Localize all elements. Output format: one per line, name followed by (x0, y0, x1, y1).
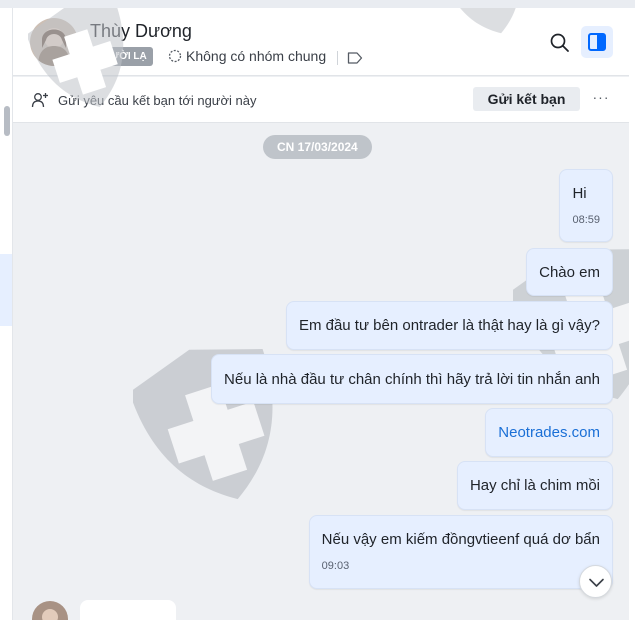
common-group-status[interactable]: Không có nhóm chung (168, 48, 326, 64)
message-time: 09:03 (321, 560, 350, 572)
group-icon (168, 49, 182, 63)
message-text: Hi (572, 185, 587, 202)
friend-request-text: Gửi yêu cầu kết bạn tới người này (58, 93, 257, 108)
more-options-button[interactable]: ··· (591, 87, 611, 111)
common-group-label: Không có nhóm chung (186, 48, 327, 64)
tag-icon[interactable] (347, 51, 363, 65)
chevron-down-icon (589, 578, 604, 587)
toggle-side-panel-button[interactable] (581, 26, 613, 58)
message-link[interactable]: Neotrades.com (498, 424, 600, 441)
side-panel-icon (588, 33, 606, 51)
message-text: Chào em (539, 263, 600, 281)
date-separator: CN 17/03/2024 (263, 135, 372, 159)
send-friend-request-button[interactable]: Gửi kết bạn (473, 87, 580, 111)
top-strip (0, 0, 635, 8)
header-divider (337, 51, 338, 65)
message-bubble[interactable]: Nếu vậy em kiếm đồngvtieenf quá dơ bẩn 0… (308, 515, 613, 589)
message-bubble[interactable]: Hi 08:59 (559, 169, 613, 242)
search-icon[interactable] (546, 29, 574, 57)
message-time: 08:59 (572, 214, 600, 226)
message-text: Nếu là nhà đầu tư chân chính thì hãy trả… (224, 370, 600, 388)
message-text: Em đầu tư bên ontrader là thật hay là gì… (298, 317, 600, 334)
message-bubble[interactable]: Nếu là nhà đầu tư chân chính thì hãy trả… (211, 354, 613, 404)
message-bubble[interactable]: Chào em (526, 248, 613, 296)
incoming-message-bubble[interactable] (80, 600, 176, 620)
avatar[interactable] (32, 601, 68, 620)
right-edge (629, 8, 635, 620)
conversation-list-edge (0, 8, 13, 620)
message-text: Nếu vậy em kiếm đồngvtieenf quá dơ bẩn (321, 531, 600, 548)
contact-name[interactable]: Thùy Dương (90, 21, 192, 42)
chat-panel: Thùy Dương NGƯỜI LẠ Không có nhóm chung (13, 8, 629, 620)
scroll-to-bottom-button[interactable] (579, 565, 612, 598)
message-bubble[interactable]: Hay chỉ là chim mồi (456, 461, 613, 510)
message-text: Hay chỉ là chim mồi (469, 477, 600, 494)
stranger-badge: NGƯỜI LẠ (90, 47, 153, 66)
message-bubble[interactable]: Neotrades.com (485, 408, 613, 457)
avatar[interactable] (30, 18, 78, 66)
message-bubble[interactable]: Em đầu tư bên ontrader là thật hay là gì… (285, 301, 613, 350)
selected-conversation-highlight[interactable] (0, 254, 12, 326)
conversation-list-scrollbar[interactable] (4, 106, 10, 136)
add-user-icon (31, 93, 48, 108)
chat-header: Thùy Dương NGƯỜI LẠ Không có nhóm chung (13, 8, 629, 76)
friend-request-bar: Gửi yêu cầu kết bạn tới người này Gửi kế… (13, 77, 629, 123)
